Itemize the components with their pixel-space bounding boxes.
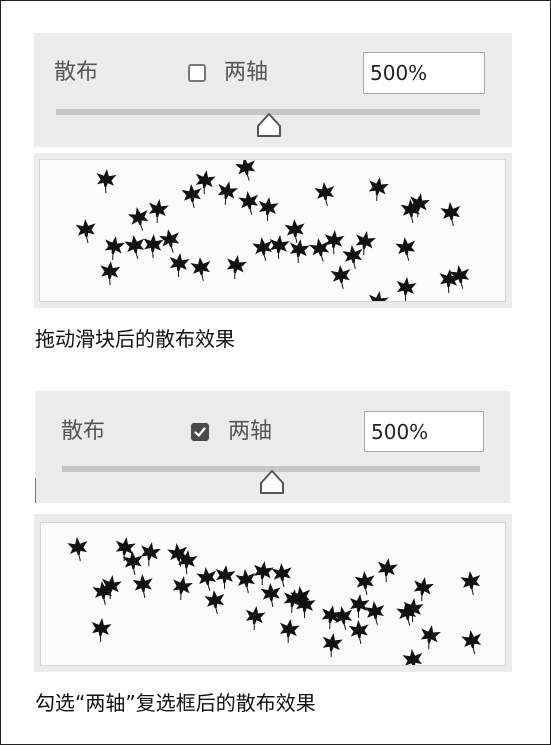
checkmark-icon [194,427,206,437]
maple-leaf-icon [271,563,292,588]
maple-leaf-icon [377,558,398,583]
panel-edge-mark [35,478,36,503]
scatter-label: 散布 [61,419,106,444]
scatter-value-input[interactable]: 500% [363,52,485,94]
maple-leaf-icon [314,182,335,206]
maple-leaf-icon [269,235,290,260]
maple-leaf-icon [181,184,202,208]
maple-leaf-icon [122,551,143,576]
maple-leaf-icon [348,620,369,645]
maple-leaf-icon [226,255,247,279]
maple-leaf-icon [284,219,305,244]
maple-leaf-icon [148,199,169,224]
maple-leaf-icon [349,594,370,619]
brush-preview-panel-2 [34,514,512,672]
maple-leaf-icon [354,571,375,596]
maple-leaf-icon [104,236,125,260]
maple-leaf-icon [215,565,236,590]
maple-leaf-icon [143,234,164,259]
maple-leaf-icon [322,633,343,658]
maple-leaf-icon [127,207,149,231]
maple-leaf-icon [368,177,389,201]
maple-leaf-icon [235,569,256,593]
maple-leaf-icon [258,197,279,222]
scatter-label: 散布 [54,60,99,85]
maple-leaf-icon [91,618,112,643]
maple-leaf-icon [402,649,423,665]
caption-2: 勾选“两轴”复选框后的散布效果 [35,691,316,715]
maple-leaf-icon [279,619,300,644]
maple-leaf-icon [368,291,389,301]
scattered-leaves [75,160,470,301]
caption-1: 拖动滑块后的散布效果 [35,327,235,351]
brush-preview-panel-1 [34,153,512,308]
maple-leaf-icon [420,625,441,649]
maple-leaf-icon [204,590,225,614]
maple-leaf-icon [460,571,481,595]
maple-leaf-icon [439,269,460,294]
both-axes-label: 两轴 [224,60,269,85]
maple-leaf-icon [260,583,281,608]
maple-leaf-icon [364,601,385,625]
brush-preview-1 [39,159,506,302]
maple-leaf-icon [396,277,417,301]
both-axes-label: 两轴 [228,419,273,444]
scattered-leaves [67,537,482,665]
maple-leaf-icon [217,181,239,205]
scatter-slider-thumb[interactable] [259,470,285,499]
maple-leaf-icon [245,606,266,631]
scatter-value-input[interactable]: 500% [364,411,484,452]
both-axes-checkbox[interactable] [191,423,209,441]
scatter-slider-thumb[interactable] [256,113,282,142]
maple-leaf-icon [413,577,434,601]
maple-leaf-icon [196,567,217,591]
maple-leaf-icon [330,265,351,289]
maple-leaf-icon [342,245,363,269]
scatter-settings-panel-2: 散布 两轴 500% [35,391,510,503]
maple-leaf-icon [124,235,145,259]
maple-leaf-icon [235,160,256,181]
maple-leaf-icon [440,202,461,226]
maple-leaf-icon [96,169,117,194]
maple-leaf-icon [190,257,211,281]
brush-preview-2 [40,522,506,666]
maple-leaf-icon [140,542,161,566]
maple-leaf-icon [289,239,310,264]
maple-leaf-icon [253,561,274,586]
maple-leaf-icon [461,630,482,654]
maple-leaf-icon [169,253,190,278]
maple-leaf-icon [67,537,88,561]
scatter-settings-panel-1: 散布 两轴 500% [34,33,512,147]
maple-leaf-icon [75,219,96,244]
maple-leaf-icon [132,574,153,599]
both-axes-checkbox[interactable] [188,64,206,82]
maple-leaf-icon [172,576,193,600]
maple-leaf-icon [238,191,259,215]
maple-leaf-icon [100,261,121,286]
maple-leaf-icon [395,237,416,261]
